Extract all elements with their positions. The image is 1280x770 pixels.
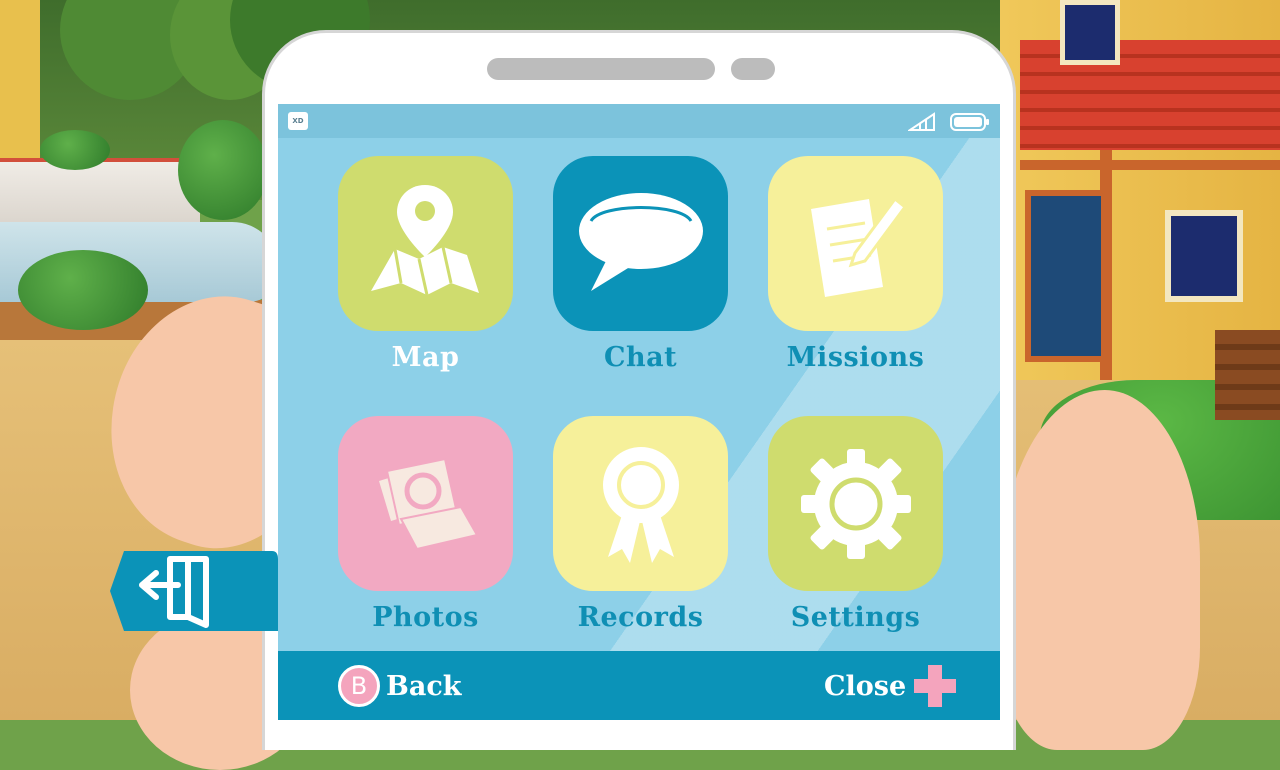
bush — [40, 130, 110, 170]
signal-icon — [908, 112, 935, 131]
bottom-bar: B Back Close — [278, 651, 1000, 720]
map-pin-icon — [370, 184, 479, 295]
app-photos[interactable]: Photos — [338, 416, 513, 635]
exit-button[interactable] — [108, 547, 280, 635]
app-map[interactable]: Map — [338, 156, 513, 375]
stone-wall — [0, 158, 200, 232]
house-window — [1165, 210, 1243, 302]
app-tile-map[interactable] — [338, 156, 513, 331]
phone-screen: XD Map Chat Missions Photos Records Sett… — [278, 104, 1000, 720]
phone-camera — [731, 58, 775, 80]
app-tile-missions[interactable] — [768, 156, 943, 331]
app-label-photos: Photos — [372, 602, 479, 633]
right-thumb — [1000, 390, 1200, 750]
close-button[interactable]: Close — [818, 663, 960, 709]
battery-icon — [950, 113, 989, 131]
status-bar: XD — [278, 104, 1000, 138]
house-roof — [1020, 40, 1280, 150]
house-window — [1060, 0, 1120, 65]
plus-icon[interactable] — [910, 661, 960, 711]
notepad-pencil-icon — [810, 196, 907, 297]
house-door — [1025, 190, 1107, 362]
award-ribbon-icon — [602, 446, 679, 563]
close-label: Close — [824, 670, 907, 702]
exit-tab-shape[interactable] — [108, 547, 280, 635]
app-label-records: Records — [577, 602, 704, 633]
back-label: Back — [386, 670, 462, 702]
app-settings[interactable]: Settings — [768, 416, 943, 635]
gear-icon — [800, 448, 911, 559]
back-button[interactable]: B Back — [338, 663, 461, 709]
camera-photos-icon — [378, 457, 479, 550]
wooden-bench — [1215, 330, 1280, 420]
phone-speaker — [487, 58, 715, 80]
app-tile-photos[interactable] — [338, 416, 513, 591]
speech-bubble-icon — [578, 192, 703, 291]
app-label-settings: Settings — [790, 602, 921, 633]
bush — [178, 120, 268, 220]
app-records[interactable]: Records — [553, 416, 728, 635]
status-logo: XD — [288, 112, 308, 130]
bush — [18, 250, 148, 330]
timber-beam — [1020, 160, 1280, 170]
app-label-map: Map — [391, 342, 460, 373]
app-label-missions: Missions — [786, 342, 925, 373]
yellow-wall — [0, 0, 40, 160]
app-chat[interactable]: Chat — [553, 156, 728, 375]
app-label-chat: Chat — [603, 342, 678, 373]
app-tile-settings[interactable] — [768, 416, 943, 591]
app-tile-chat[interactable] — [553, 156, 728, 331]
app-tile-records[interactable] — [553, 416, 728, 591]
b-button-icon[interactable]: B — [338, 665, 380, 707]
app-missions[interactable]: Missions — [768, 156, 943, 375]
